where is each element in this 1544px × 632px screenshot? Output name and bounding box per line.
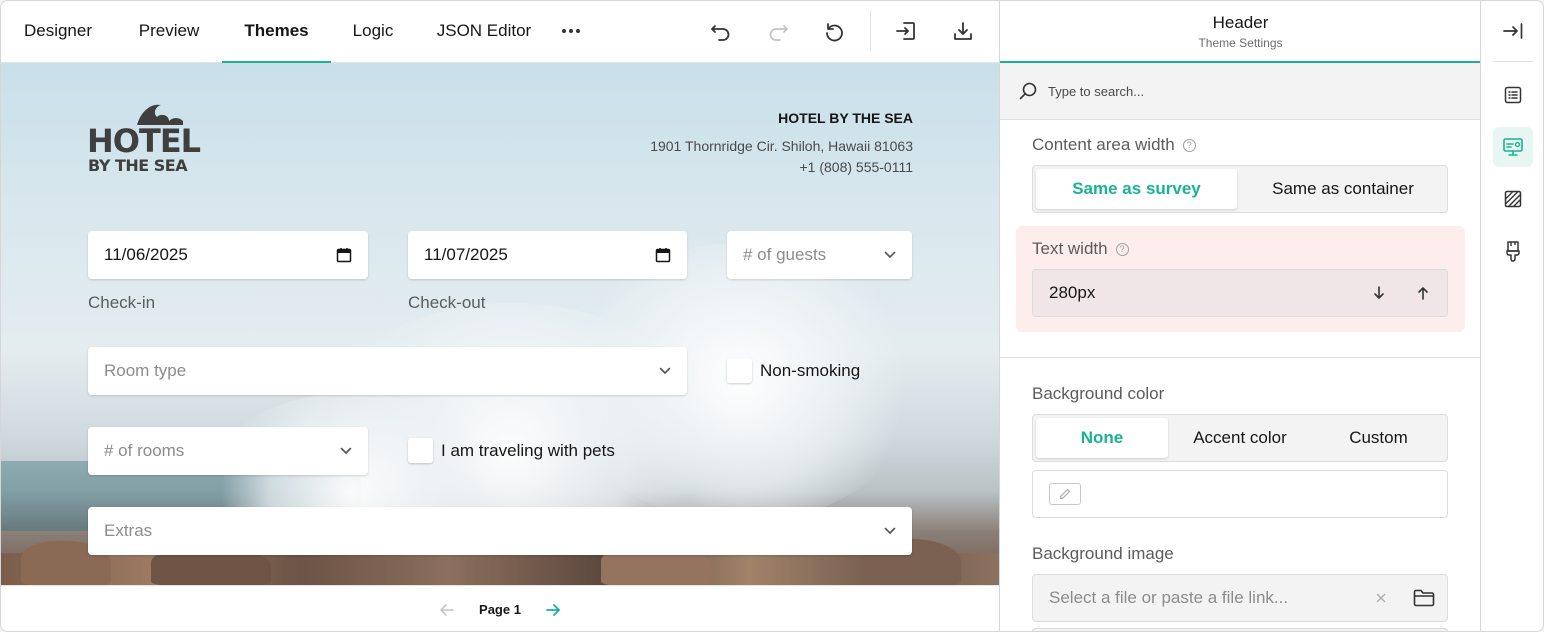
non-smoking-checkbox[interactable]: Non-smoking bbox=[727, 358, 860, 383]
content-width-label: Content area width? bbox=[1032, 135, 1196, 155]
chevron-down-icon bbox=[884, 527, 896, 534]
extras-placeholder: Extras bbox=[104, 521, 153, 540]
checkout-label: Check-out bbox=[408, 293, 486, 312]
tab-preview[interactable]: Preview bbox=[125, 1, 213, 63]
header-settings-icon[interactable] bbox=[1493, 127, 1533, 167]
decrease-arrow-icon[interactable] bbox=[1372, 286, 1386, 300]
help-icon: ? bbox=[1115, 242, 1129, 256]
guests-dropdown[interactable]: # of guests bbox=[727, 231, 912, 279]
toolbar-separator bbox=[870, 11, 871, 51]
rooms-dropdown[interactable]: # of rooms bbox=[88, 427, 368, 475]
general-settings-icon[interactable] bbox=[1493, 75, 1533, 115]
checkin-value: 11/06/2025 bbox=[104, 245, 188, 264]
tab-designer[interactable]: Designer bbox=[11, 1, 105, 63]
arrow-left-icon[interactable] bbox=[439, 603, 455, 617]
theme-settings-panel: Header Theme Settings Type to search... … bbox=[999, 1, 1480, 631]
option-custom[interactable]: Custom bbox=[1312, 418, 1445, 458]
hotel-name: HOTEL BY THE SEA bbox=[778, 110, 913, 126]
rail-separator bbox=[1493, 61, 1533, 62]
survey-preview-canvas: HOTEL BY THE SEA HOTEL BY THE SEA 1901 T… bbox=[1, 63, 999, 585]
checkout-value: 11/07/2025 bbox=[424, 245, 508, 264]
background-color-selector: None Accent color Custom bbox=[1032, 414, 1448, 462]
hotel-phone: +1 (808) 555-0111 bbox=[799, 159, 913, 175]
section-divider bbox=[1000, 357, 1480, 358]
top-toolbar: Designer Preview Themes Logic JSON Edito… bbox=[1, 1, 999, 63]
clear-icon[interactable] bbox=[1375, 592, 1387, 604]
checkout-date-input[interactable]: 11/07/2025 bbox=[408, 231, 687, 279]
side-rail bbox=[1480, 1, 1543, 631]
text-width-value: 280px bbox=[1049, 283, 1096, 302]
chevron-down-icon bbox=[340, 447, 352, 454]
color-swatch[interactable] bbox=[1049, 483, 1081, 505]
tab-json-editor[interactable]: JSON Editor bbox=[427, 1, 541, 63]
hotel-address: 1901 Thornridge Cir. Shiloh, Hawaii 8106… bbox=[650, 138, 913, 154]
chevron-down-icon bbox=[659, 367, 671, 374]
download-icon[interactable] bbox=[949, 17, 977, 45]
checkbox-box[interactable] bbox=[408, 438, 433, 463]
undo-icon[interactable] bbox=[707, 17, 735, 45]
checkin-date-input[interactable]: 11/06/2025 bbox=[88, 231, 368, 279]
hotel-logo: HOTEL BY THE SEA bbox=[87, 101, 207, 181]
collapse-panel-icon[interactable] bbox=[1493, 11, 1533, 51]
next-field-edge bbox=[1032, 628, 1448, 631]
background-color-input[interactable] bbox=[1032, 470, 1448, 518]
background-image-input[interactable]: Select a file or paste a file link... bbox=[1032, 574, 1448, 622]
calendar-icon bbox=[336, 248, 352, 263]
logo-line2: BY THE SEA bbox=[88, 156, 188, 175]
survey-creator-app: Designer Preview Themes Logic JSON Edito… bbox=[0, 0, 1544, 632]
help-icon: ? bbox=[1182, 138, 1196, 152]
background-settings-icon[interactable] bbox=[1493, 179, 1533, 219]
pets-checkbox[interactable]: I am traveling with pets bbox=[408, 438, 615, 463]
arrow-right-icon[interactable] bbox=[545, 603, 561, 617]
panel-header: Header Theme Settings bbox=[1000, 1, 1480, 63]
background-image-placeholder: Select a file or paste a file link... bbox=[1049, 588, 1289, 607]
content-width-selector: Same as survey Same as container bbox=[1032, 165, 1448, 213]
appearance-brush-icon[interactable] bbox=[1493, 231, 1533, 271]
eyedropper-icon bbox=[1059, 488, 1071, 500]
checkin-label: Check-in bbox=[88, 293, 156, 312]
option-none[interactable]: None bbox=[1036, 418, 1168, 458]
calendar-icon bbox=[655, 248, 671, 263]
option-same-as-container[interactable]: Same as container bbox=[1241, 169, 1445, 209]
room-type-placeholder: Room type bbox=[104, 361, 187, 380]
pets-label: I am traveling with pets bbox=[441, 440, 615, 460]
panel-subtitle: Theme Settings bbox=[1198, 36, 1283, 50]
option-same-as-survey[interactable]: Same as survey bbox=[1036, 169, 1237, 209]
import-icon[interactable] bbox=[892, 17, 920, 45]
search-placeholder: Type to search... bbox=[1048, 83, 1145, 99]
background-image-label: Background image bbox=[1032, 544, 1174, 563]
extras-dropdown[interactable]: Extras bbox=[88, 507, 912, 555]
folder-icon[interactable] bbox=[1413, 589, 1435, 607]
search-icon bbox=[1019, 82, 1037, 100]
text-width-label: Text width? bbox=[1032, 239, 1129, 259]
tab-logic[interactable]: Logic bbox=[341, 1, 405, 63]
page-label: Page 1 bbox=[479, 602, 521, 617]
tab-themes[interactable]: Themes bbox=[222, 1, 331, 63]
guests-placeholder: # of guests bbox=[743, 245, 827, 264]
redo-icon[interactable] bbox=[764, 17, 792, 45]
panel-body: Content area width? Same as survey Same … bbox=[1000, 120, 1480, 631]
panel-title: Header bbox=[1212, 13, 1269, 32]
non-smoking-label: Non-smoking bbox=[760, 360, 861, 380]
reset-icon[interactable] bbox=[820, 17, 848, 45]
chevron-down-icon bbox=[884, 251, 896, 258]
logo-line1: HOTEL bbox=[87, 122, 201, 160]
rooms-placeholder: # of rooms bbox=[104, 441, 185, 460]
checkbox-box[interactable] bbox=[727, 358, 752, 383]
ellipsis-icon[interactable] bbox=[557, 17, 585, 45]
background-color-label: Background color bbox=[1032, 384, 1165, 403]
page-navigator: Page 1 bbox=[1, 585, 999, 631]
increase-arrow-icon[interactable] bbox=[1416, 286, 1430, 300]
room-type-dropdown[interactable]: Room type bbox=[88, 347, 687, 395]
option-accent-color[interactable]: Accent color bbox=[1172, 418, 1308, 458]
text-width-input[interactable]: 280px bbox=[1032, 269, 1448, 317]
panel-search[interactable]: Type to search... bbox=[1000, 63, 1480, 120]
